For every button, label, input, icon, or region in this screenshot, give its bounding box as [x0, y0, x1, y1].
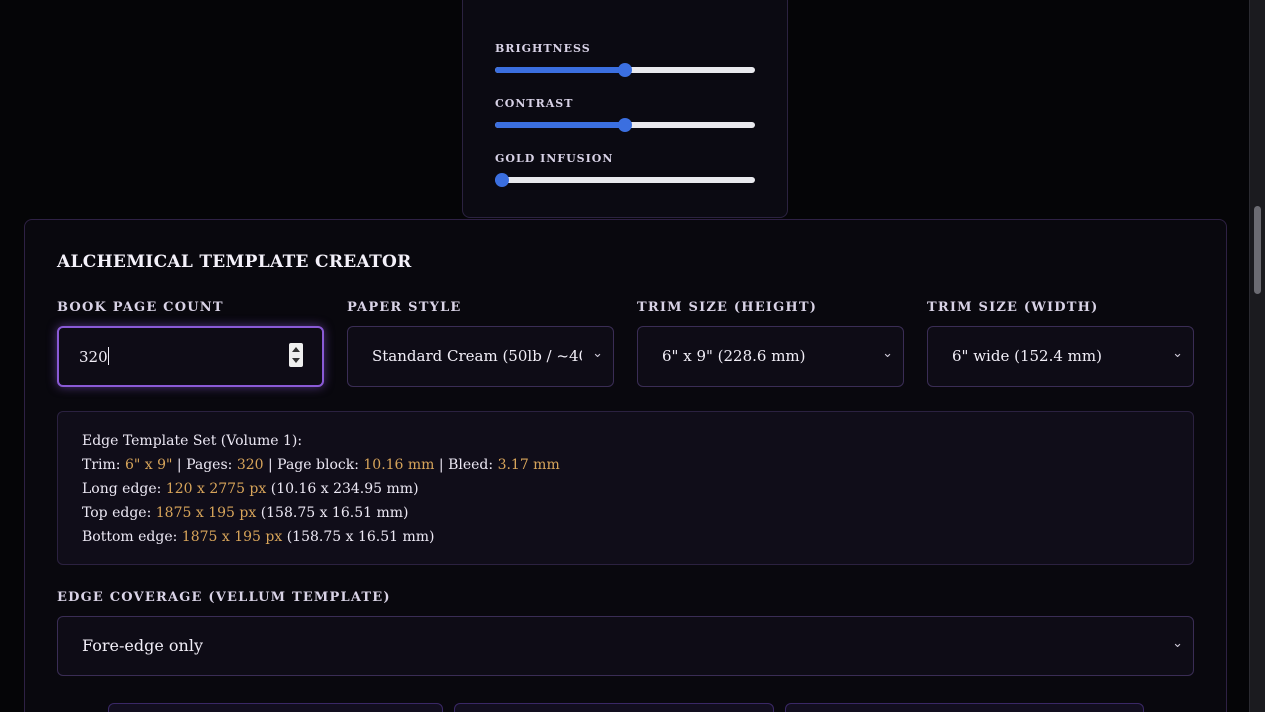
action-button-1[interactable] [108, 703, 443, 712]
template-creator-card: ALCHEMICAL TEMPLATE CREATOR BOOK PAGE CO… [24, 219, 1227, 712]
paper-style-value: Standard Cream (50lb / ~400 [372, 347, 582, 365]
paper-style-label: PAPER STYLE [347, 300, 462, 315]
page-scrollbar[interactable] [1249, 0, 1265, 712]
contrast-slider-group: CONTRAST [495, 97, 757, 132]
spinner-up-icon[interactable] [292, 347, 300, 352]
info-trim-line: Trim: 6" x 9" | Pages: 320 | Page block:… [82, 453, 1169, 477]
long-prefix: Long edge: [82, 481, 162, 497]
trim-height-value: 6" x 9" (228.6 mm) [662, 347, 806, 365]
gold-infusion-slider-group: GOLD INFUSION [495, 152, 757, 187]
top-prefix: Top edge: [82, 505, 152, 521]
gold-infusion-slider-thumb[interactable] [495, 173, 509, 187]
card-title: ALCHEMICAL TEMPLATE CREATOR [57, 252, 412, 272]
bleed-value: 3.17 mm [497, 457, 560, 473]
chevron-down-icon: ⌄ [882, 346, 893, 361]
trim-prefix: Trim: [82, 457, 121, 473]
bleed-prefix: | Bleed: [438, 457, 494, 473]
bottom-prefix: Bottom edge: [82, 529, 178, 545]
long-mm: (10.16 x 234.95 mm) [270, 481, 419, 497]
trim-height-select[interactable]: 6" x 9" (228.6 mm) ⌄ [637, 326, 904, 387]
trim-width-label: TRIM SIZE (WIDTH) [927, 300, 1099, 315]
edge-coverage-select[interactable]: Fore-edge only ⌄ [57, 616, 1194, 676]
text-caret [107, 347, 109, 365]
chevron-down-icon: ⌄ [1172, 346, 1183, 361]
contrast-label: CONTRAST [495, 97, 574, 110]
top-px: 1875 x 195 px [155, 505, 257, 521]
brightness-slider-thumb[interactable] [618, 63, 632, 77]
page-count-value: 320 [79, 348, 108, 366]
contrast-slider[interactable] [495, 118, 755, 132]
edge-coverage-value: Fore-edge only [82, 636, 203, 655]
block-prefix: | Page block: [268, 457, 359, 473]
page: BRIGHTNESS CONTRAST GOLD INFUSION ALCHEM… [0, 0, 1265, 712]
long-px: 120 x 2775 px [165, 481, 267, 497]
top-mm: (158.75 x 16.51 mm) [260, 505, 409, 521]
info-bottom-edge: Bottom edge: 1875 x 195 px (158.75 x 16.… [82, 525, 1169, 549]
chevron-down-icon: ⌄ [592, 346, 603, 361]
gold-infusion-label: GOLD INFUSION [495, 152, 614, 165]
spinner-icon[interactable] [289, 343, 303, 367]
gold-infusion-slider[interactable] [495, 173, 755, 187]
pages-value: 320 [236, 457, 264, 473]
action-button-3[interactable] [785, 703, 1144, 712]
paper-style-select[interactable]: Standard Cream (50lb / ~400 ⌄ [347, 326, 614, 387]
pages-prefix: | Pages: [176, 457, 233, 473]
info-heading: Edge Template Set (Volume 1): [82, 433, 303, 449]
action-button-2[interactable] [454, 703, 774, 712]
page-count-input[interactable]: 320 [57, 326, 324, 387]
bottom-mm: (158.75 x 16.51 mm) [286, 529, 435, 545]
trim-height-label: TRIM SIZE (HEIGHT) [637, 300, 818, 315]
trim-width-value: 6" wide (152.4 mm) [952, 347, 1102, 365]
spinner-down-icon[interactable] [292, 358, 300, 363]
brightness-slider[interactable] [495, 63, 755, 77]
edge-template-info: Edge Template Set (Volume 1): Trim: 6" x… [57, 411, 1194, 565]
trim-value: 6" x 9" [124, 457, 173, 473]
brightness-label: BRIGHTNESS [495, 42, 591, 55]
info-long-edge: Long edge: 120 x 2775 px (10.16 x 234.95… [82, 477, 1169, 501]
edge-coverage-label: EDGE COVERAGE (VELLUM TEMPLATE) [57, 590, 391, 605]
page-count-label: BOOK PAGE COUNT [57, 300, 224, 315]
block-value: 10.16 mm [363, 457, 435, 473]
page-count-value-wrap: 320 [79, 347, 109, 366]
adjustments-panel: BRIGHTNESS CONTRAST GOLD INFUSION [462, 0, 788, 218]
contrast-slider-thumb[interactable] [618, 118, 632, 132]
brightness-slider-fill [495, 67, 625, 73]
info-top-edge: Top edge: 1875 x 195 px (158.75 x 16.51 … [82, 501, 1169, 525]
trim-width-select[interactable]: 6" wide (152.4 mm) ⌄ [927, 326, 1194, 387]
scrollbar-thumb[interactable] [1254, 206, 1261, 294]
bottom-px: 1875 x 195 px [181, 529, 283, 545]
contrast-slider-fill [495, 122, 625, 128]
brightness-slider-group: BRIGHTNESS [495, 42, 757, 77]
chevron-down-icon: ⌄ [1172, 636, 1183, 651]
